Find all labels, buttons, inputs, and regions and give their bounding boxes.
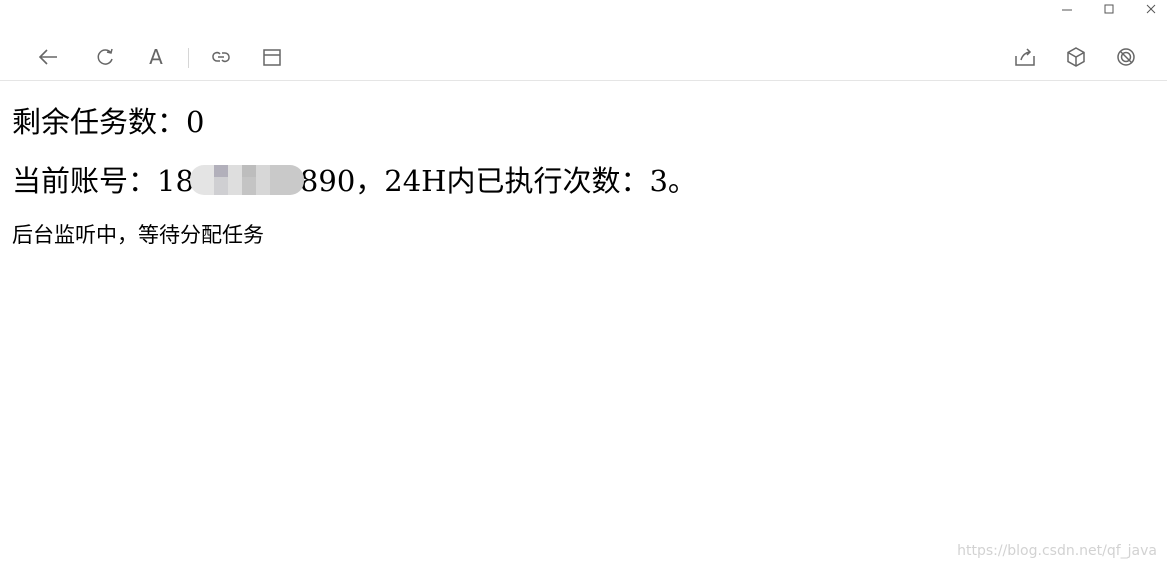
back-arrow-icon	[38, 49, 57, 65]
share-icon	[1015, 48, 1035, 66]
minimize-icon	[1062, 9, 1072, 11]
link-button[interactable]	[205, 36, 237, 78]
maximize-icon	[1104, 4, 1114, 14]
close-icon	[1146, 4, 1156, 14]
redacted-account-mosaic	[189, 165, 304, 195]
cube-button[interactable]	[1060, 36, 1092, 78]
block-icon	[1117, 48, 1135, 66]
window-button[interactable]	[256, 36, 288, 78]
account-prefix: 18	[157, 164, 194, 198]
remaining-tasks-value: 0	[186, 105, 205, 139]
cube-icon	[1067, 47, 1085, 67]
browser-toolbar: A	[0, 36, 1167, 78]
window-title-bar	[0, 0, 1167, 18]
remaining-tasks-label: 剩余任务数：	[12, 105, 187, 139]
maximize-button[interactable]	[1089, 0, 1129, 18]
toolbar-divider	[0, 80, 1167, 81]
close-button[interactable]	[1131, 0, 1167, 18]
execution-count-text: ，24H内已执行次数：3。	[355, 164, 697, 198]
watermark-text: https://blog.csdn.net/qf_java	[957, 543, 1157, 559]
refresh-button[interactable]	[89, 36, 121, 78]
font-icon: A	[149, 45, 163, 69]
share-button[interactable]	[1009, 36, 1041, 78]
remaining-tasks-line: 剩余任务数：0	[12, 102, 204, 142]
font-button[interactable]: A	[140, 36, 172, 78]
account-label: 当前账号：	[12, 164, 158, 198]
status-message: 后台监听中，等待分配任务	[12, 223, 264, 247]
account-suffix: 890	[299, 164, 356, 198]
back-button[interactable]	[32, 36, 64, 78]
block-button[interactable]	[1110, 36, 1142, 78]
toolbar-separator	[188, 48, 189, 68]
account-line: 当前账号：18 890，24H内已执行次数：3。	[12, 161, 697, 201]
window-icon	[263, 49, 281, 66]
refresh-icon	[97, 48, 113, 65]
minimize-button[interactable]	[1047, 0, 1087, 18]
link-icon	[212, 51, 230, 63]
